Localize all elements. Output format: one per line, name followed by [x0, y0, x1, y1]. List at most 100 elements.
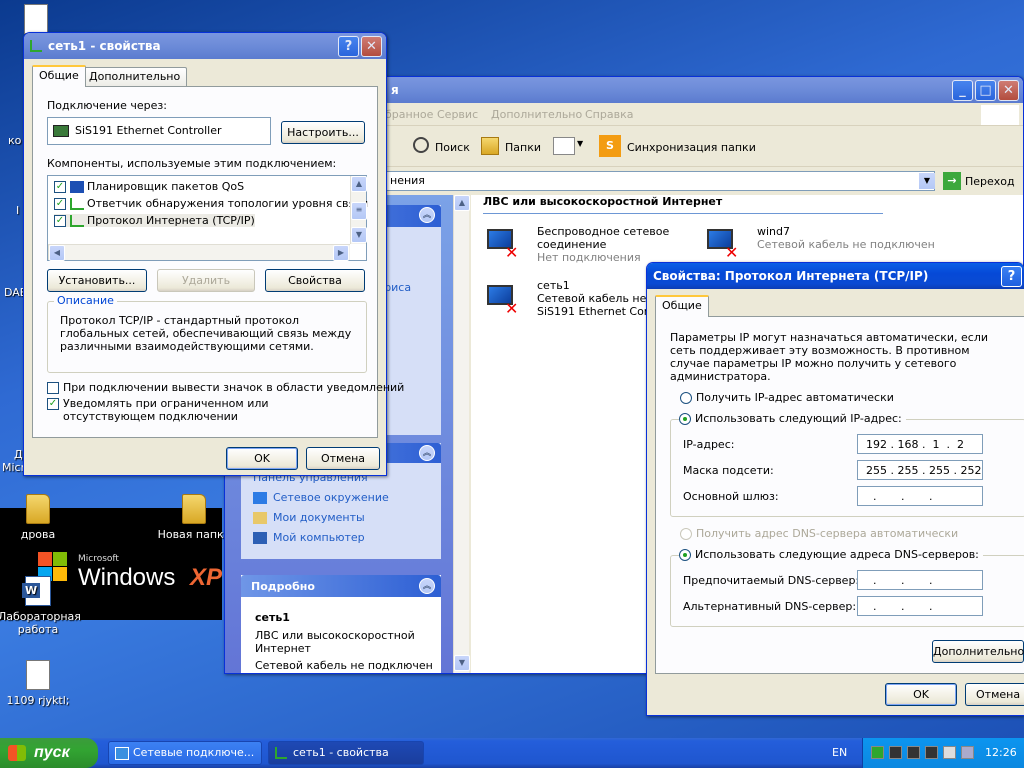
props-titlebar[interactable]: сеть1 - свойства ? ✕ — [24, 33, 386, 59]
address-dropdown-icon[interactable]: ▼ — [919, 173, 935, 189]
gateway-field[interactable]: . . . — [857, 486, 983, 506]
scroll-down-icon[interactable]: ▼ — [351, 227, 367, 243]
scroll-right-icon[interactable]: ▶ — [333, 245, 349, 261]
alternate-dns-field[interactable]: . . . — [857, 596, 983, 616]
network-disconnected-icon[interactable] — [889, 746, 902, 759]
checkbox[interactable] — [47, 382, 59, 394]
tab-advanced[interactable]: Дополнительно — [82, 67, 188, 87]
scroll-up-icon[interactable]: ▲ — [351, 176, 367, 192]
notify-limited-label: Уведомлять при ограниченном или отсутств… — [63, 397, 269, 423]
component-qos[interactable]: ✓ Планировщик пакетов QoS — [54, 180, 244, 193]
ip-address-field[interactable]: 192 . 168 . 1 . 2 — [857, 434, 983, 454]
components-vscroll[interactable]: ▲ ≡ ▼ — [350, 176, 367, 244]
search-button[interactable]: Поиск — [435, 141, 470, 154]
tab-general[interactable]: Общие — [655, 295, 709, 317]
close-button[interactable]: ✕ — [998, 80, 1019, 101]
scroll-down-icon[interactable]: ▼ — [454, 655, 470, 671]
usb-icon[interactable] — [961, 746, 974, 759]
network-tray-icon[interactable] — [871, 746, 884, 759]
cancel-button[interactable]: Отмена — [306, 447, 380, 470]
maximize-button[interactable]: □ — [975, 80, 996, 101]
volume-icon[interactable] — [943, 746, 956, 759]
install-button[interactable]: Установить... — [47, 269, 147, 292]
go-button[interactable]: Переход — [965, 175, 1015, 188]
auto-dns-option[interactable]: Получить адрес DNS-сервера автоматически — [680, 527, 958, 540]
cancel-button[interactable]: Отмена — [965, 683, 1024, 706]
window-title: я — [391, 83, 399, 97]
preferred-dns-field[interactable]: . . . — [857, 570, 983, 590]
taskbar-item-connection-properties[interactable]: сеть1 - свойства — [268, 741, 424, 765]
help-button[interactable]: ? — [1001, 266, 1022, 287]
minimize-button[interactable]: _ — [952, 80, 973, 101]
connection-set1[interactable]: ✕ сеть1 Сетевой кабель не п SiS191 Ether… — [483, 279, 660, 335]
ok-button[interactable]: OK — [885, 683, 957, 706]
desktop-icon-1109[interactable]: 1109 rjyktl; — [0, 660, 78, 707]
scroll-left-icon[interactable]: ◀ — [49, 245, 65, 261]
notify-icon-option[interactable]: При подключении вывести значок в области… — [47, 381, 404, 394]
menu-tools[interactable]: Сервис — [437, 108, 478, 121]
radio-button[interactable] — [680, 392, 692, 404]
desktop-icon-drova[interactable]: дрова — [0, 494, 78, 541]
place-network[interactable]: Сетевое окружение — [253, 491, 389, 504]
my-documents-icon — [253, 512, 267, 524]
component-properties-button[interactable]: Свойства — [265, 269, 365, 292]
language-indicator[interactable]: EN — [832, 746, 847, 759]
scroll-thumb[interactable]: ≡ — [351, 202, 367, 220]
connection-name: сеть1 — [537, 279, 570, 292]
remove-button[interactable]: Удалить — [157, 269, 255, 292]
configure-button[interactable]: Настроить... — [281, 121, 365, 144]
task-pane-scrollbar[interactable]: ▲ ▼ — [453, 195, 470, 673]
clock[interactable]: 12:26 — [985, 746, 1017, 759]
chevron-down-icon[interactable]: ▼ — [577, 139, 583, 148]
menu-favorites[interactable]: бранное — [385, 108, 433, 121]
file-icon[interactable] — [24, 4, 48, 34]
start-button[interactable]: пуск — [0, 738, 98, 768]
component-lltd[interactable]: ✓ Ответчик обнаружения топологии уровня с… — [54, 197, 368, 210]
mask-label: Маска подсети: — [683, 464, 774, 477]
address-field[interactable]: нения — [385, 171, 935, 191]
radio-button[interactable] — [679, 413, 691, 425]
close-button[interactable]: ✕ — [361, 36, 382, 57]
component-tcpip[interactable]: ✓ Протокол Интернета (TCP/IP) — [54, 214, 255, 227]
subnet-mask-field[interactable]: 255 . 255 . 255 . 252 — [857, 460, 983, 480]
component-label: Ответчик обнаружения топологии уровня св… — [87, 197, 369, 210]
network-disconnected-icon[interactable] — [907, 746, 920, 759]
details-header[interactable]: Подробно ︽ — [241, 575, 441, 597]
menu-advanced[interactable]: Дополнительно — [491, 108, 582, 121]
checkbox[interactable]: ✓ — [54, 198, 66, 210]
tab-general[interactable]: Общие — [32, 65, 86, 87]
components-hscroll[interactable]: ◀ ▶ — [48, 244, 350, 261]
collapse-icon[interactable]: ︽ — [419, 207, 435, 223]
place-my-computer[interactable]: Мой компьютер — [253, 531, 365, 544]
advanced-button[interactable]: Дополнительно... — [932, 640, 1024, 663]
auto-ip-option[interactable]: Получить IP-адрес автоматически — [680, 391, 894, 404]
manual-ip-option[interactable]: Использовать следующий IP-адрес: — [679, 412, 906, 425]
folders-button[interactable]: Папки — [505, 141, 541, 154]
checkbox[interactable]: ✓ — [47, 398, 59, 410]
radio-button[interactable] — [679, 549, 691, 561]
radio-button[interactable] — [680, 528, 692, 540]
menu-help[interactable]: Справка — [585, 108, 633, 121]
sync-folder-button[interactable]: Синхронизация папки — [627, 141, 756, 154]
desktop-icon-new-folder[interactable]: Новая папка — [154, 494, 234, 541]
checkbox[interactable]: ✓ — [54, 181, 66, 193]
go-arrow-icon[interactable]: → — [943, 172, 961, 190]
tcpip-titlebar[interactable]: Свойства: Протокол Интернета (TCP/IP) ? — [647, 263, 1024, 289]
network-disconnected-icon[interactable] — [925, 746, 938, 759]
collapse-icon[interactable]: ︽ — [419, 445, 435, 461]
views-icon[interactable] — [553, 137, 575, 155]
checkbox[interactable]: ✓ — [54, 215, 66, 227]
group-divider — [483, 213, 883, 214]
collapse-icon[interactable]: ︽ — [419, 578, 435, 594]
scroll-up-icon[interactable]: ▲ — [454, 195, 470, 211]
place-my-documents[interactable]: Мои документы — [253, 511, 365, 524]
desktop-icon-label: Лабораторная работа — [0, 610, 81, 636]
group-header: ЛВС или высокоскоростной Интернет — [483, 195, 723, 208]
notify-limited-option[interactable]: ✓ Уведомлять при ограниченном или отсутст… — [47, 397, 347, 423]
place-label: Мой компьютер — [273, 531, 365, 544]
desktop-icon-lab-work[interactable]: Лабораторная работа — [0, 576, 81, 636]
manual-dns-option[interactable]: Использовать следующие адреса DNS-сервер… — [679, 548, 983, 561]
ok-button[interactable]: OK — [226, 447, 298, 470]
taskbar-item-network-connections[interactable]: Сетевые подключе... — [108, 741, 262, 765]
help-button[interactable]: ? — [338, 36, 359, 57]
